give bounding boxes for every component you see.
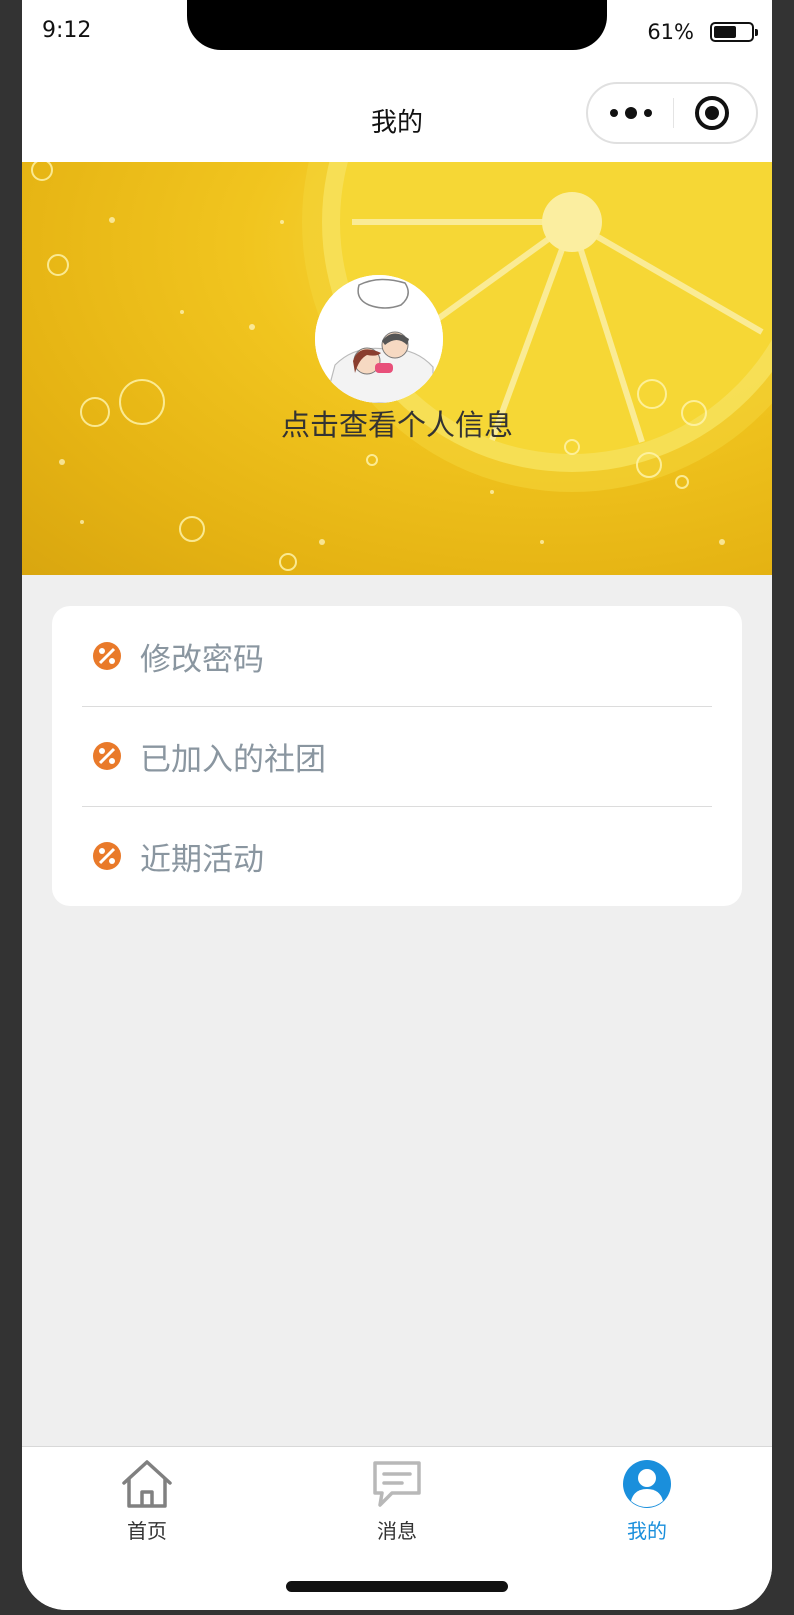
battery-icon: [710, 22, 758, 42]
notch: [187, 0, 607, 50]
discount-icon: [93, 842, 121, 870]
menu-item-change-password[interactable]: 修改密码: [82, 606, 712, 707]
discount-icon: [93, 642, 121, 670]
menu-item-label: 近期活动: [140, 841, 264, 878]
tab-label: 我的: [627, 1519, 667, 1543]
home-icon: [122, 1460, 172, 1508]
profile-banner: 点击查看个人信息: [22, 162, 772, 575]
tab-mine[interactable]: 我的: [572, 1459, 722, 1559]
cartoon-couple-avatar: [315, 275, 443, 403]
mini-program-capsule: [586, 82, 758, 144]
phone-screen: 9:12 61% 我的 点击查看个人信息 修改密码 已加入的社团 近期活动 首页…: [22, 0, 772, 1610]
discount-icon: [93, 742, 121, 770]
more-dots-icon[interactable]: [608, 100, 654, 126]
tab-label: 消息: [377, 1519, 417, 1543]
status-bar: 9:12 61%: [22, 0, 772, 62]
message-icon: [373, 1461, 421, 1507]
home-indicator: [286, 1581, 508, 1592]
user-icon: [623, 1460, 671, 1508]
target-icon[interactable]: [694, 95, 730, 131]
battery-percent: 61%: [647, 20, 694, 44]
status-time: 9:12: [42, 18, 92, 43]
menu-item-recent-activities[interactable]: 近期活动: [82, 806, 712, 906]
view-profile-link[interactable]: 点击查看个人信息: [22, 402, 772, 444]
menu-item-joined-clubs[interactable]: 已加入的社团: [82, 706, 712, 807]
tab-label: 首页: [127, 1519, 167, 1543]
menu-item-label: 修改密码: [140, 641, 264, 678]
capsule-divider: [673, 98, 674, 128]
battery-level: [714, 26, 736, 38]
tab-home[interactable]: 首页: [72, 1459, 222, 1559]
tab-messages[interactable]: 消息: [322, 1459, 472, 1559]
nav-bar: 我的: [22, 62, 772, 162]
menu-card: 修改密码 已加入的社团 近期活动: [52, 606, 742, 906]
avatar[interactable]: [315, 275, 443, 403]
menu-item-label: 已加入的社团: [140, 741, 326, 778]
